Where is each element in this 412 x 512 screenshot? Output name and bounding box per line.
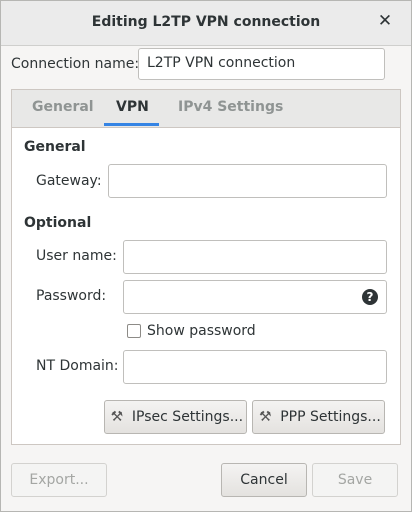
tab-ipv4-settings[interactable]: IPv4 Settings (178, 99, 283, 115)
settings-notebook: General VPN IPv4 Settings General Gatewa… (11, 89, 401, 445)
ntdomain-input[interactable] (123, 350, 387, 384)
ntdomain-label: NT Domain: (36, 358, 119, 374)
gateway-input[interactable] (108, 164, 387, 198)
username-input[interactable] (123, 240, 387, 274)
wrench-icon: ⚒ (258, 409, 272, 425)
close-icon[interactable]: ✕ (375, 11, 395, 31)
save-button[interactable]: Save (312, 463, 398, 497)
wrench-icon: ⚒ (110, 409, 124, 425)
connection-name-input[interactable]: L2TP VPN connection (138, 48, 385, 80)
optional-heading: Optional (24, 215, 92, 231)
connection-name-label: Connection name: (11, 56, 140, 72)
password-label: Password: (36, 288, 107, 304)
password-input[interactable]: ? (123, 280, 387, 314)
tab-vpn[interactable]: VPN (116, 99, 149, 115)
general-heading: General (24, 139, 86, 155)
show-password-checkbox[interactable] (127, 324, 141, 338)
export-button[interactable]: Export... (11, 463, 107, 497)
gateway-label: Gateway: (36, 173, 102, 189)
dialog-window: Editing L2TP VPN connection ✕ Connection… (0, 0, 412, 512)
active-tab-indicator (104, 123, 159, 126)
title-bar: Editing L2TP VPN connection ✕ (1, 1, 411, 46)
ipsec-settings-label: IPsec Settings... (131, 409, 244, 425)
tab-general[interactable]: General (32, 99, 94, 115)
ppp-settings-label: PPP Settings... (280, 409, 381, 425)
ipsec-settings-button[interactable]: ⚒ IPsec Settings... (104, 400, 247, 434)
password-storage-icon[interactable]: ? (362, 289, 378, 305)
username-label: User name: (36, 248, 117, 264)
ppp-settings-button[interactable]: ⚒ PPP Settings... (252, 400, 385, 434)
cancel-button[interactable]: Cancel (221, 463, 307, 497)
show-password-label: Show password (147, 323, 256, 339)
window-title: Editing L2TP VPN connection (91, 14, 321, 30)
tab-bar: General VPN IPv4 Settings (12, 90, 400, 128)
